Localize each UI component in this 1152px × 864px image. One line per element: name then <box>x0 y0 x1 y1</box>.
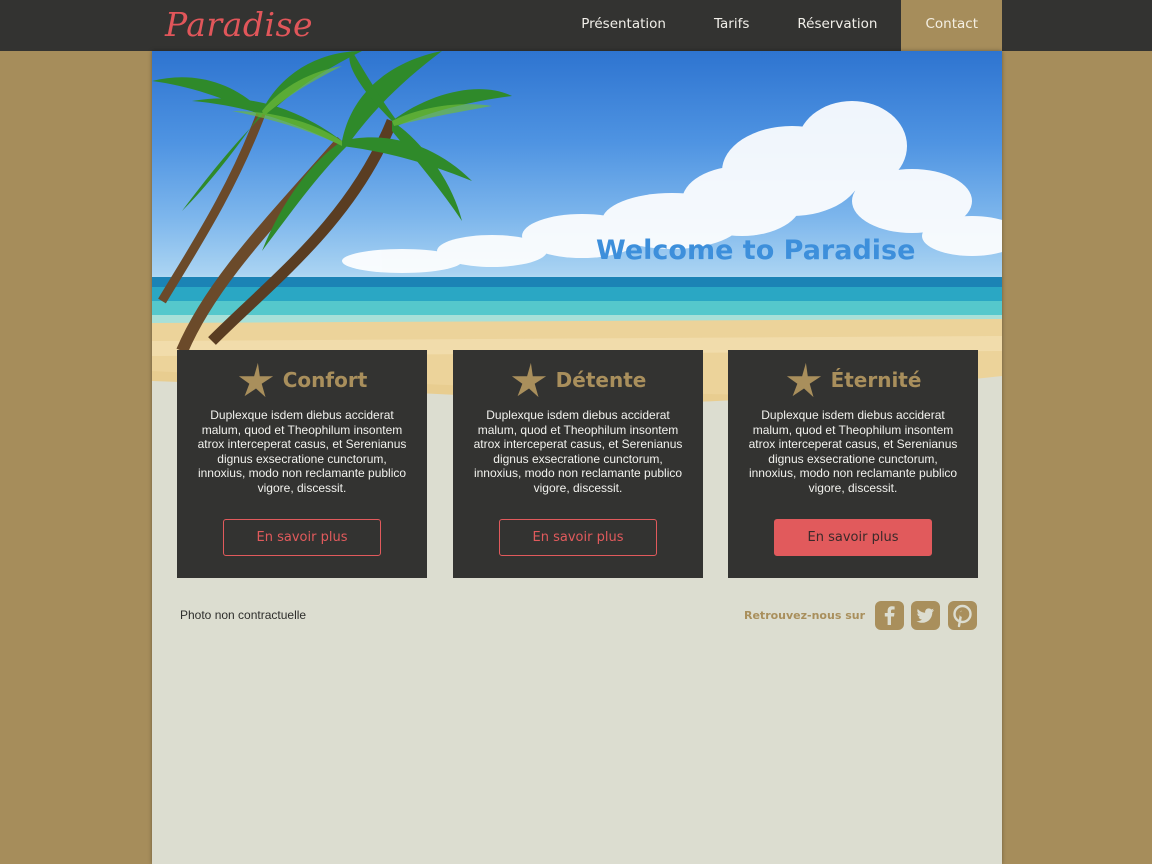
star-icon <box>511 362 546 398</box>
card-title: Confort <box>282 368 368 392</box>
star-icon <box>786 362 821 398</box>
hero-title: Welcome to Paradise <box>596 235 916 266</box>
top-navigation-bar: Paradise Présentation Tarifs Réservation… <box>0 0 1152 51</box>
learn-more-button[interactable]: En savoir plus <box>499 519 657 556</box>
page-container: Welcome to Paradise Confort Duplexque is… <box>152 51 1002 864</box>
card-description: Duplexque isdem diebus acciderat malum, … <box>748 408 958 495</box>
twitter-icon[interactable] <box>911 601 940 630</box>
card-header: Confort <box>177 360 427 400</box>
learn-more-button[interactable]: En savoir plus <box>774 519 932 556</box>
learn-more-button[interactable]: En savoir plus <box>223 519 381 556</box>
feature-card-detente: Détente Duplexque isdem diebus acciderat… <box>453 350 703 578</box>
main-nav: Présentation Tarifs Réservation Contact <box>557 0 1002 51</box>
nav-item-presentation[interactable]: Présentation <box>557 0 690 51</box>
card-title: Détente <box>555 368 647 392</box>
nav-item-reservation[interactable]: Réservation <box>773 0 901 51</box>
photo-disclaimer: Photo non contractuelle <box>180 608 307 622</box>
card-header: Détente <box>453 360 703 400</box>
nav-item-contact[interactable]: Contact <box>901 0 1002 51</box>
card-description: Duplexque isdem diebus acciderat malum, … <box>197 408 407 495</box>
pinterest-icon[interactable] <box>948 601 977 630</box>
card-title: Éternité <box>830 368 922 392</box>
social-label: Retrouvez-nous sur <box>744 609 865 622</box>
star-icon <box>238 362 273 398</box>
feature-card-confort: Confort Duplexque isdem diebus acciderat… <box>177 350 427 578</box>
logo[interactable]: Paradise <box>165 2 313 48</box>
facebook-icon[interactable] <box>875 601 904 630</box>
card-description: Duplexque isdem diebus acciderat malum, … <box>473 408 683 495</box>
feature-card-eternite: Éternité Duplexque isdem diebus accidera… <box>728 350 978 578</box>
card-header: Éternité <box>728 360 978 400</box>
nav-item-tarifs[interactable]: Tarifs <box>690 0 773 51</box>
